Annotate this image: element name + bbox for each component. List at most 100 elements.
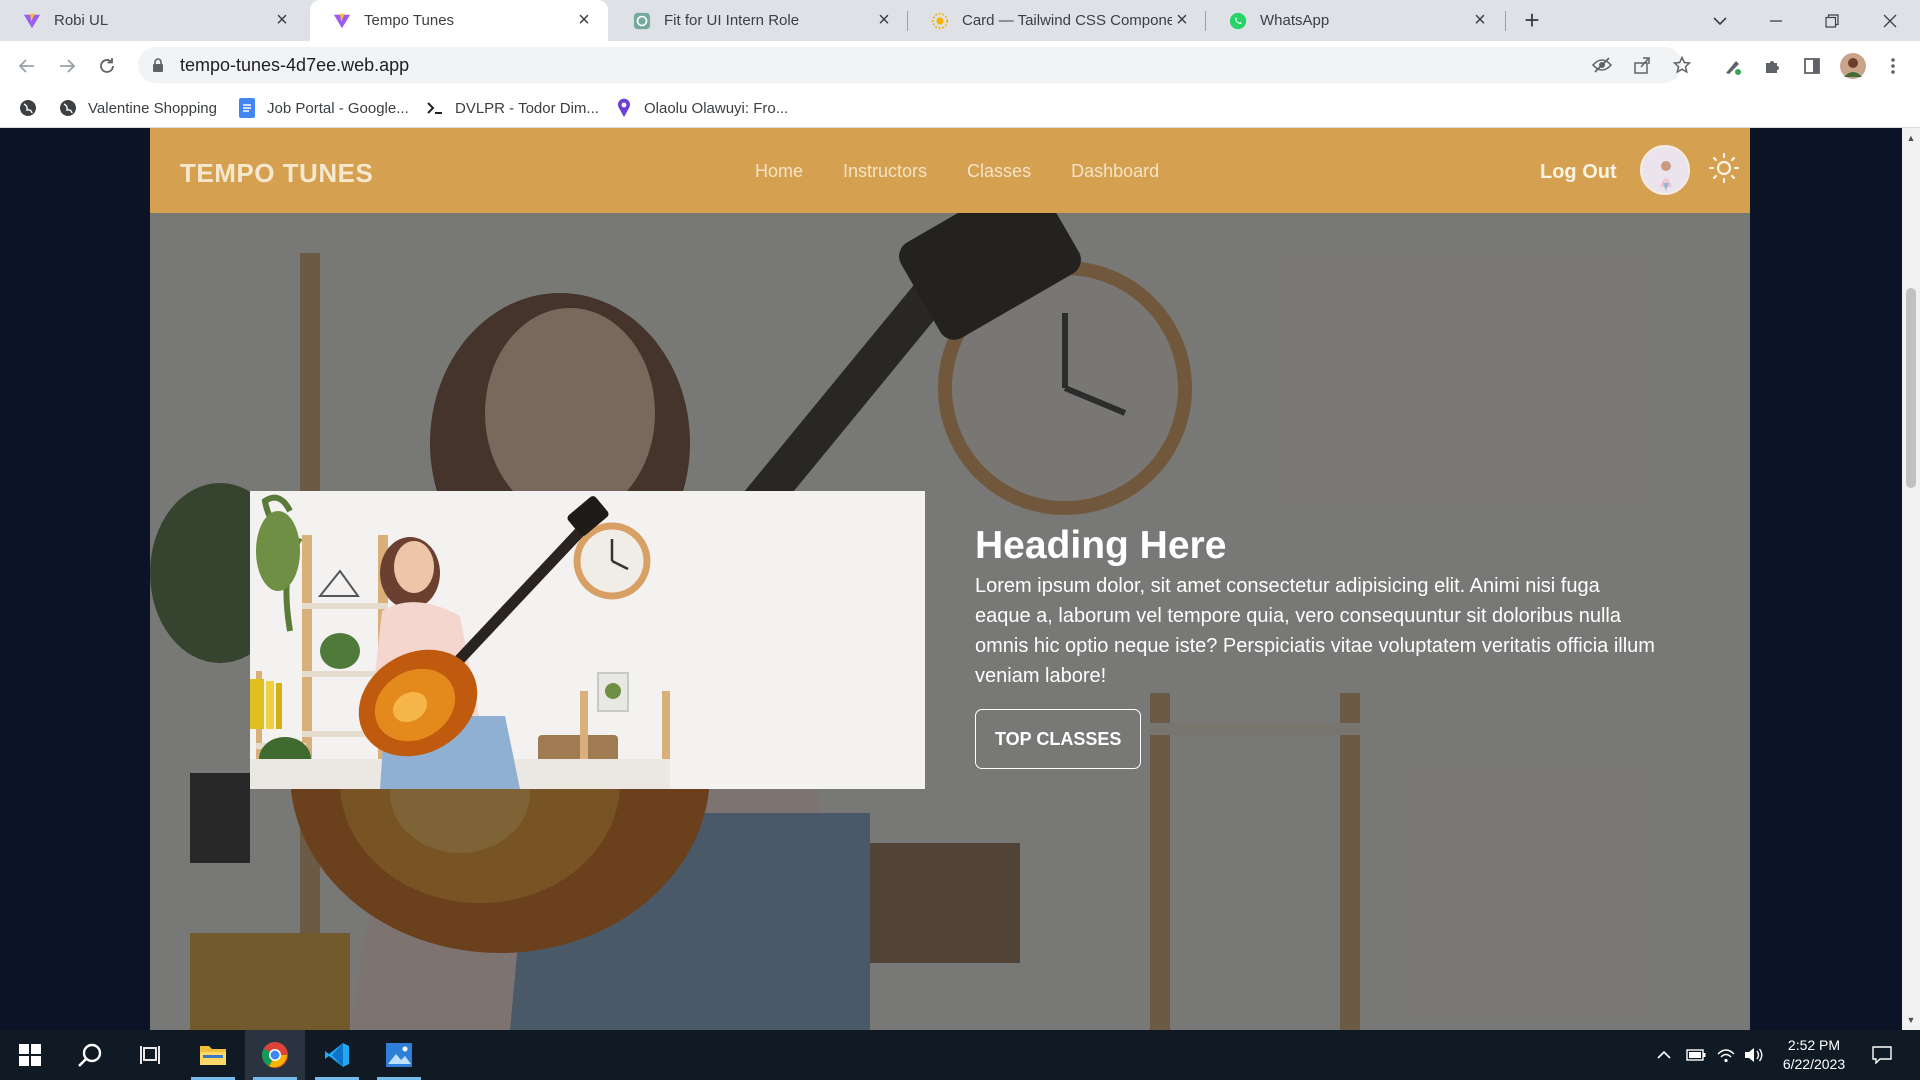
top-classes-button[interactable]: TOP CLASSES [975, 709, 1142, 769]
eye-off-icon[interactable] [1588, 51, 1616, 79]
scroll-down-arrow-icon[interactable]: ▼ [1902, 1012, 1920, 1028]
site-nav-links: Home Instructors Classes Dashboard [755, 161, 1159, 182]
scroll-up-arrow-icon[interactable]: ▲ [1902, 130, 1920, 146]
bookmark-label: DVLPR - Todor Dim... [455, 99, 599, 117]
search-icon [78, 1043, 102, 1067]
globe-icon [18, 98, 38, 118]
profile-avatar[interactable] [1838, 51, 1868, 81]
windows-logo-icon [19, 1044, 41, 1066]
site-logo[interactable]: TEMPO TUNES [180, 158, 373, 189]
nav-link-home[interactable]: Home [755, 161, 803, 182]
bookmark-dvlpr[interactable]: DVLPR - Todor Dim... [425, 89, 599, 127]
taskbar-chrome[interactable] [245, 1030, 305, 1080]
photos-icon [386, 1043, 412, 1067]
whatsapp-icon [1228, 11, 1248, 31]
tab-fit-for-ui-intern-role[interactable]: Fit for UI Intern Role × [610, 0, 908, 41]
bookmark-job-portal[interactable]: Job Portal - Google... [237, 89, 409, 127]
bookmark-label: Valentine Shopping [88, 99, 217, 117]
share-icon[interactable] [1628, 51, 1656, 79]
back-button[interactable] [12, 51, 42, 81]
system-clock[interactable]: 2:52 PM 6/22/2023 [1770, 1036, 1858, 1074]
taskbar-photos[interactable] [369, 1030, 429, 1080]
notifications-button[interactable] [1864, 1030, 1900, 1080]
tab-search-button[interactable] [1692, 0, 1748, 41]
close-icon[interactable]: × [1470, 9, 1490, 31]
close-icon[interactable]: × [1172, 9, 1192, 31]
browser-menu-button[interactable] [1878, 51, 1908, 81]
new-tab-button[interactable]: + [1518, 5, 1546, 35]
bookmarks-bar: Valentine Shopping Job Portal - Google..… [0, 89, 1920, 128]
clock-time: 2:52 PM [1787, 1037, 1841, 1053]
restore-button[interactable] [1804, 0, 1860, 41]
close-window-button[interactable] [1862, 0, 1918, 41]
user-avatar[interactable] [1640, 145, 1690, 195]
extensions-puzzle-icon[interactable] [1758, 51, 1788, 81]
back-arrow-icon [18, 59, 34, 73]
address-bar[interactable]: tempo-tunes-4d7ee.web.app [138, 47, 1682, 83]
tab-label: WhatsApp [1260, 12, 1330, 29]
hero-paragraph: Lorem ipsum dolor, sit amet consectetur … [975, 575, 1655, 687]
vite-icon [22, 11, 42, 31]
bookmark-label: Job Portal - Google... [267, 99, 409, 117]
bookmark-olaolu[interactable]: Olaolu Olawuyi: Fro... [614, 89, 788, 127]
tab-label: Robi UL [54, 12, 109, 29]
search-button[interactable] [60, 1030, 120, 1080]
tab-label: Tempo Tunes [364, 12, 455, 29]
folder-icon [200, 1046, 226, 1065]
close-icon [1883, 14, 1897, 27]
notification-icon [1872, 1046, 1892, 1064]
volume-icon[interactable] [1740, 1030, 1768, 1080]
tab-tempo-tunes[interactable]: Tempo Tunes × [310, 0, 608, 41]
address-toolbar: tempo-tunes-4d7ee.web.app [0, 41, 1920, 89]
more-vertical-icon [1891, 58, 1895, 74]
side-panel-icon[interactable] [1797, 51, 1827, 81]
url-text: tempo-tunes-4d7ee.web.app [180, 54, 410, 75]
task-view-button[interactable] [120, 1030, 180, 1080]
tab-divider [1505, 11, 1506, 31]
logout-button[interactable]: Log Out [1540, 161, 1617, 184]
close-icon[interactable]: × [574, 9, 594, 31]
chevron-down-icon [1713, 16, 1727, 25]
start-button[interactable] [0, 1030, 60, 1080]
page-scrollbar[interactable]: ▲ ▼ [1902, 128, 1920, 1030]
vite-icon [332, 11, 352, 31]
hero-heading: Heading Here [975, 524, 1227, 567]
wifi-icon[interactable] [1712, 1030, 1740, 1080]
globe-icon [58, 98, 78, 118]
restore-icon [1825, 13, 1839, 28]
chrome-icon [262, 1042, 288, 1068]
taskbar-file-explorer[interactable] [183, 1030, 243, 1080]
vscode-icon [325, 1043, 349, 1067]
extension-pen-icon[interactable] [1718, 51, 1748, 81]
battery-icon[interactable] [1682, 1030, 1710, 1080]
daisyui-icon [930, 11, 950, 31]
terminal-icon [425, 98, 445, 118]
windows-taskbar: 2:52 PM 6/22/2023 [0, 1030, 1920, 1080]
nav-link-dashboard[interactable]: Dashboard [1071, 161, 1159, 182]
minimize-icon [1770, 19, 1782, 22]
site-navbar: TEMPO TUNES Home Instructors Classes Das… [150, 128, 1750, 213]
taskbar-vscode[interactable] [307, 1030, 367, 1080]
tab-label: Fit for UI Intern Role [664, 12, 800, 29]
nav-link-instructors[interactable]: Instructors [843, 161, 927, 182]
hero-content: Heading Here Lorem ipsum dolor, sit amet… [975, 523, 1655, 769]
close-icon[interactable]: × [874, 9, 894, 31]
show-hidden-icons[interactable] [1652, 1030, 1676, 1080]
bookmark-globe[interactable] [18, 89, 48, 127]
reload-icon [100, 58, 114, 73]
scrollbar-thumb[interactable] [1906, 288, 1916, 488]
reload-button[interactable] [92, 51, 122, 81]
bookmark-star-icon[interactable] [1668, 51, 1696, 79]
tab-card-tailwind[interactable]: Card — Tailwind CSS Components × [908, 0, 1206, 41]
browser-tab-strip: Robi UL × Tempo Tunes × Fit for UI Inter… [0, 0, 1920, 41]
tab-label: Card — Tailwind CSS Components [962, 12, 1172, 29]
tab-whatsapp[interactable]: WhatsApp × [1206, 0, 1504, 41]
nav-link-classes[interactable]: Classes [967, 161, 1031, 182]
bookmark-valentine-shopping[interactable]: Valentine Shopping [58, 89, 217, 127]
tab-robi-ul[interactable]: Robi UL × [0, 0, 306, 41]
hero-section: Heading Here Lorem ipsum dolor, sit amet… [150, 213, 1750, 1030]
forward-button[interactable] [52, 51, 82, 81]
close-icon[interactable]: × [272, 9, 292, 31]
minimize-button[interactable] [1748, 0, 1804, 41]
theme-toggle-sun-icon[interactable] [1708, 152, 1740, 184]
